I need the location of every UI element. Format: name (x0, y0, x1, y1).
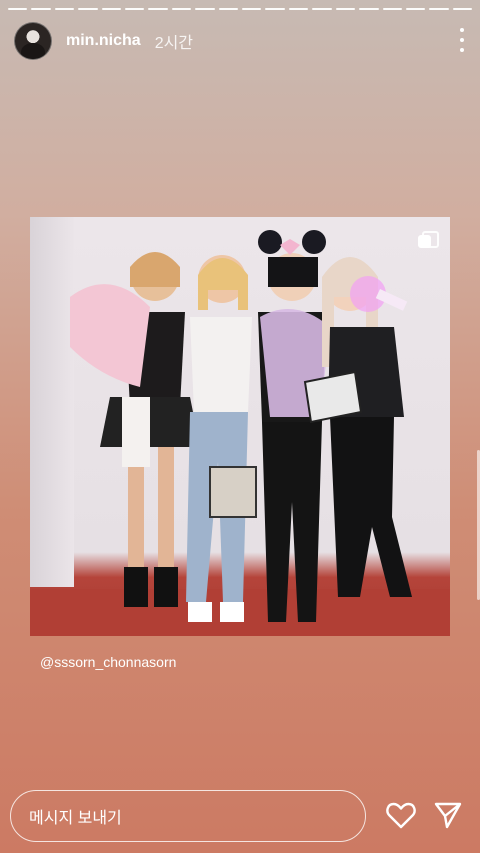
more-vertical-icon[interactable] (458, 28, 466, 52)
mention-tag[interactable]: @sssorn_chonnasorn (40, 654, 176, 670)
story-progress-segment (265, 8, 285, 10)
story-progress-segment (429, 8, 449, 10)
story-progress-segment (382, 8, 402, 10)
story-progress-segment (54, 8, 75, 10)
post-time: 2시간 (154, 35, 194, 52)
story-progress-segment (78, 8, 98, 10)
story-progress-bar (8, 8, 473, 10)
story-progress-segment (452, 8, 473, 10)
story-footer: 메시지 보내기 (10, 788, 466, 844)
shared-post-photo[interactable] (30, 217, 450, 636)
avatar[interactable] (14, 22, 52, 60)
story-progress-segment (288, 8, 309, 10)
multiple-photos-icon (418, 231, 439, 249)
story-progress-segment (195, 8, 215, 10)
group-photo-illustration (30, 230, 450, 636)
story-progress-segment (31, 8, 51, 10)
story-progress-segment (335, 8, 356, 10)
story-header: min.nicha 2시간 (14, 22, 466, 60)
send-icon[interactable] (434, 801, 462, 829)
story-progress-segment (125, 8, 145, 10)
story-progress-segment (242, 8, 262, 10)
story-progress-segment (359, 8, 379, 10)
heart-icon[interactable] (386, 801, 416, 829)
send-message-field[interactable]: 메시지 보내기 (10, 790, 366, 842)
story-progress-segment (218, 8, 239, 10)
story-progress-segment (405, 8, 426, 10)
story-progress-segment (101, 8, 122, 10)
story-progress-segment (148, 8, 168, 10)
username[interactable]: min.nicha (66, 32, 141, 50)
story-progress-segment (312, 8, 332, 10)
story-progress-segment (171, 8, 192, 10)
story-progress-segment (8, 8, 28, 10)
message-placeholder: 메시지 보내기 (29, 810, 122, 827)
